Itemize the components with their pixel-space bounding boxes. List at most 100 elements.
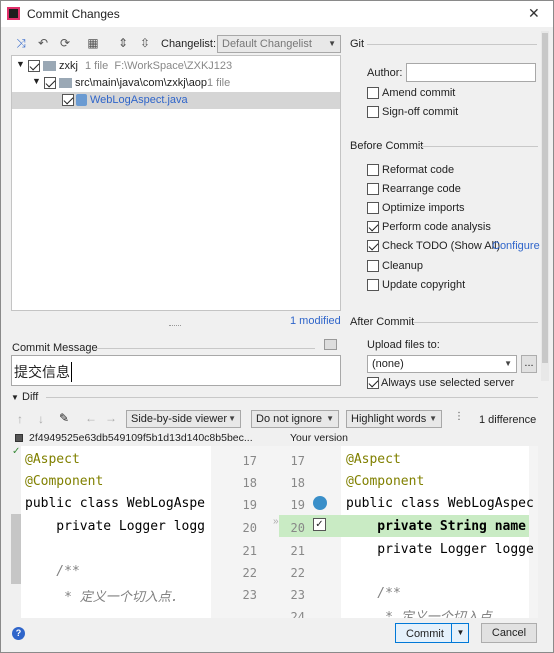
refresh-icon[interactable]: ⟳ xyxy=(57,35,73,51)
root-checkbox[interactable] xyxy=(28,60,40,72)
scrollbar-thumb[interactable] xyxy=(542,33,548,363)
commit-button[interactable]: Commit ▼ xyxy=(395,623,469,643)
browse-servers-button[interactable]: ... xyxy=(521,355,537,373)
right-revision: Your version xyxy=(290,432,348,444)
help-icon[interactable]: ? xyxy=(12,627,25,640)
history-icon[interactable] xyxy=(324,339,337,350)
java-file-icon xyxy=(76,94,87,106)
include-change-checkbox[interactable]: ✓ xyxy=(313,518,326,531)
right-line-1: @Aspect xyxy=(346,452,401,467)
configure-link[interactable]: Configure xyxy=(492,240,540,252)
prev-diff-icon[interactable]: ↑ xyxy=(17,412,23,426)
chevron-down-icon: ▼ xyxy=(429,414,437,423)
splitter-handle[interactable] xyxy=(169,325,181,328)
title-bar: Commit Changes ✕ xyxy=(1,1,553,27)
root-meta: 1 file F:\WorkSpace\ZXKJ123 xyxy=(85,60,233,72)
close-icon[interactable]: ✕ xyxy=(528,5,540,22)
left-line-7: * 定义一个切入点. xyxy=(25,590,179,605)
left-line-2: @Component xyxy=(25,474,104,489)
ignore-select[interactable]: Do not ignore ▼ xyxy=(251,410,339,428)
cleanup-checkbox[interactable] xyxy=(367,260,379,272)
left-num-20: 20 xyxy=(242,521,257,535)
diff-settings-icon[interactable]: ⋮ xyxy=(454,411,464,422)
expand-all-icon[interactable]: ⇕ xyxy=(115,35,131,51)
group-by-icon[interactable]: ▦ xyxy=(85,35,101,51)
apply-change-icon[interactable]: » xyxy=(273,516,279,527)
viewer-select[interactable]: Side-by-side viewer ▼ xyxy=(126,410,241,428)
left-num-22: 22 xyxy=(242,566,257,580)
forward-icon[interactable]: → xyxy=(105,411,117,425)
rearrange-checkbox[interactable] xyxy=(367,183,379,195)
diff-collapse-icon[interactable]: ▼ xyxy=(11,393,19,402)
left-line-4: private Logger logg xyxy=(25,519,206,534)
after-commit-title: After Commit xyxy=(350,316,415,328)
amend-checkbox[interactable] xyxy=(367,87,379,99)
highlight-select[interactable]: Highlight words ▼ xyxy=(346,410,442,428)
folder-checkbox[interactable] xyxy=(44,77,56,89)
expand-arrow-icon[interactable]: ▼ xyxy=(16,59,25,69)
rearrange-label[interactable]: Rearrange code xyxy=(382,183,461,195)
update-copyright-label[interactable]: Update copyright xyxy=(382,279,465,291)
commit-message-input[interactable]: 提交信息 xyxy=(11,355,341,386)
before-commit-title: Before Commit xyxy=(350,140,424,152)
root-name: zxkj xyxy=(59,60,78,72)
cleanup-label[interactable]: Cleanup xyxy=(382,260,423,272)
cancel-button[interactable]: Cancel xyxy=(481,623,537,643)
check-todo-checkbox[interactable] xyxy=(367,240,379,252)
right-num-21: 21 xyxy=(290,544,305,558)
tree-row-folder[interactable]: ▼ src\main\java\com\zxkj\aop 1 file xyxy=(12,75,340,92)
code-analysis-checkbox[interactable] xyxy=(367,221,379,233)
always-use-label[interactable]: Always use selected server xyxy=(381,377,514,389)
edit-source-icon[interactable]: ✎ xyxy=(59,411,69,425)
author-input[interactable] xyxy=(406,63,536,82)
optimize-imports-label[interactable]: Optimize imports xyxy=(382,202,465,214)
collapse-all-icon[interactable]: ⇳ xyxy=(137,35,153,51)
left-num-19: 19 xyxy=(242,498,257,512)
left-num-18: 18 xyxy=(242,476,257,490)
commit-message-label: Commit Message xyxy=(12,342,98,354)
update-copyright-checkbox[interactable] xyxy=(367,279,379,291)
optimize-imports-checkbox[interactable] xyxy=(367,202,379,214)
file-checkbox[interactable] xyxy=(62,94,74,106)
commit-dropdown-icon[interactable]: ▼ xyxy=(451,624,469,642)
folder-meta: 1 file xyxy=(207,77,231,89)
left-editor: ✓ @Aspect @Component public class WebLog… xyxy=(11,446,211,618)
chevron-down-icon: ▼ xyxy=(504,359,512,368)
signoff-label[interactable]: Sign-off commit xyxy=(382,106,458,118)
expand-arrow-icon[interactable]: ▼ xyxy=(32,76,41,86)
changes-tree: ▼ zxkj 1 file F:\WorkSpace\ZXKJ123 ▼ src… xyxy=(11,55,341,311)
changelist-select[interactable]: Default Changelist ▼ xyxy=(217,35,341,53)
right-editor: @Aspect @Component public class WebLogAs… xyxy=(341,446,538,618)
right-num-24: 24 xyxy=(290,610,305,618)
right-num-22: 22 xyxy=(290,566,305,580)
chevron-down-icon: ▼ xyxy=(328,39,336,48)
right-num-20: 20 xyxy=(290,521,305,535)
file-name: WebLogAspect.java xyxy=(90,94,188,106)
left-change-marker xyxy=(11,514,21,584)
before-commit-separator xyxy=(418,146,538,147)
check-todo-label[interactable]: Check TODO (Show All) xyxy=(382,240,500,252)
tree-row-file[interactable]: WebLogAspect.java xyxy=(12,92,340,109)
amend-label[interactable]: Amend commit xyxy=(382,87,455,99)
signoff-checkbox[interactable] xyxy=(367,106,379,118)
upload-select[interactable]: (none) ▼ xyxy=(367,355,517,373)
back-icon[interactable]: ← xyxy=(85,411,97,425)
always-use-checkbox[interactable] xyxy=(367,377,379,389)
next-diff-icon[interactable]: ↓ xyxy=(38,412,44,426)
module-folder-icon xyxy=(43,61,56,71)
diff-gutter: 17 18 19 20 21 22 23 » 17 18 19 20 21 22… xyxy=(211,446,341,618)
aspect-gutter-icon[interactable] xyxy=(313,496,327,510)
right-scroll-marker xyxy=(529,446,538,618)
chevron-down-icon: ▼ xyxy=(228,414,236,423)
window-title: Commit Changes xyxy=(27,7,120,21)
reformat-checkbox[interactable] xyxy=(367,164,379,176)
tree-row-root[interactable]: ▼ zxkj 1 file F:\WorkSpace\ZXKJ123 xyxy=(12,58,340,75)
check-mark-icon: ✓ xyxy=(12,446,21,457)
reformat-label[interactable]: Reformat code xyxy=(382,164,454,176)
right-line-4: private String name xyxy=(346,519,527,534)
commit-message-separator xyxy=(93,348,315,349)
settings-scrollbar[interactable] xyxy=(541,31,549,381)
code-analysis-label[interactable]: Perform code analysis xyxy=(382,221,491,233)
show-diff-icon[interactable]: ⤨ xyxy=(13,35,29,51)
rollback-icon[interactable]: ↶ xyxy=(35,35,51,51)
